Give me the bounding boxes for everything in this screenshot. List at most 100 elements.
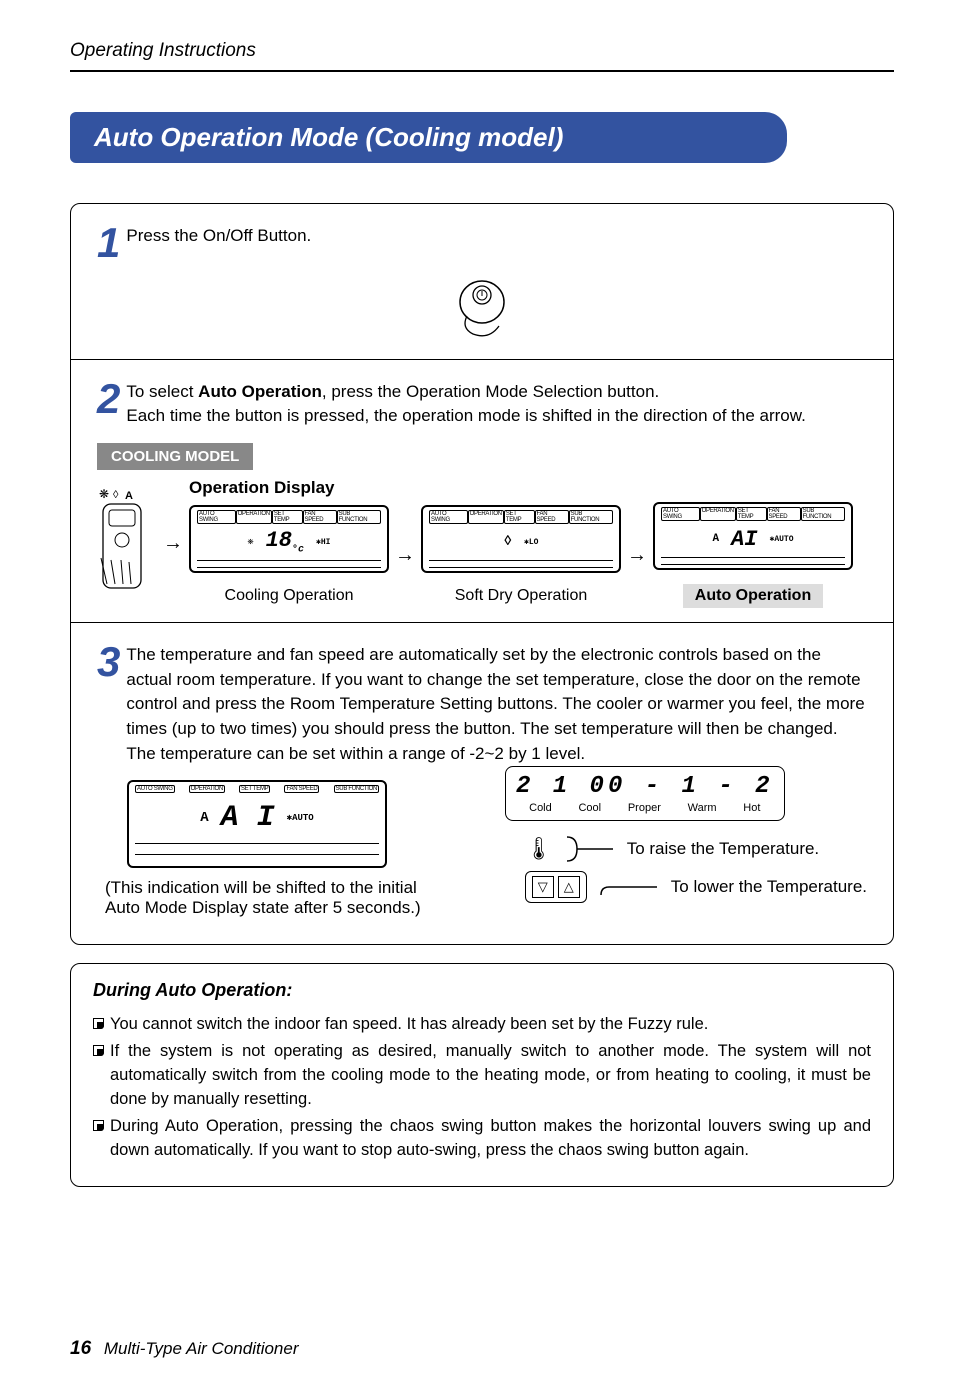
- disp3-fan: AUTO: [774, 535, 793, 544]
- remote-icon: ❋ ◊ A: [97, 488, 157, 598]
- disp3-icon: A: [712, 533, 719, 545]
- bullet-1-text: You cannot switch the indoor fan speed. …: [110, 1013, 708, 1037]
- temp-raise-label: To raise the Temperature.: [627, 839, 819, 859]
- svg-text:◊: ◊: [113, 489, 119, 501]
- step-3-text: The temperature and fan speed are automa…: [126, 643, 867, 766]
- scale-cool: Cool: [578, 802, 601, 814]
- disp1-fan: HI: [321, 538, 331, 547]
- bullet-2: If the system is not operating as desire…: [93, 1040, 871, 1112]
- bullet-icon: [93, 1120, 104, 1131]
- temp-down-button: ▽: [532, 876, 554, 898]
- tab-operation-2: OPERATION: [468, 510, 504, 524]
- temp-lower-label: To lower the Temperature.: [671, 877, 867, 897]
- svg-text:❋: ❋: [99, 488, 109, 501]
- step-2-line2: Each time the button is pressed, the ope…: [126, 406, 805, 425]
- tab-sub-function: SUB FUNCTION: [337, 510, 381, 524]
- step-1-num: 1: [97, 224, 120, 262]
- svg-text:A: A: [125, 490, 133, 502]
- operation-diagram: ❋ ◊ A → Operation Display AUTO SWING OPE…: [97, 478, 867, 608]
- tab-operation-4: OPERATION: [189, 785, 225, 793]
- display-auto: AUTO SWING OPERATION SET TEMP FAN SPEED …: [653, 502, 853, 570]
- step-2-line1b: , press the Operation Mode Selection but…: [322, 382, 659, 401]
- tab-operation-3: OPERATION: [700, 507, 736, 521]
- header-rule: [70, 70, 894, 72]
- caption-cooling: Cooling Operation: [225, 587, 354, 605]
- bracket-lower: [599, 877, 659, 897]
- step-3: 3 The temperature and fan speed are auto…: [97, 641, 867, 766]
- step-3-num: 3: [97, 643, 120, 766]
- temp-up-button: △: [558, 876, 580, 898]
- footer: 16 Multi-Type Air Conditioner: [70, 1338, 299, 1360]
- arrow-2: →: [395, 544, 415, 567]
- caption-auto: Auto Operation: [683, 584, 823, 608]
- scale-box: 2 1 00 - 1 - 2 Cold Cool Proper Warm Hot: [505, 766, 785, 821]
- tab-fan-speed-4: FAN SPEED: [284, 785, 319, 793]
- scale-cold: Cold: [529, 802, 552, 814]
- ai-fan: AUTO: [292, 813, 314, 823]
- cooling-column: AUTO SWING OPERATION SET TEMP FAN SPEED …: [189, 505, 389, 605]
- tab-set-temp: SET TEMP: [272, 510, 303, 524]
- step-2: 2 To select Auto Operation, press the Op…: [97, 378, 867, 429]
- note-paren: (This indication will be shifted to the …: [105, 878, 445, 918]
- arrow-3: →: [627, 544, 647, 567]
- temp-lower-row: ▽ △ To lower the Temperature.: [525, 871, 867, 903]
- during-auto-box: During Auto Operation: You cannot switch…: [70, 963, 894, 1187]
- step-3-body: The temperature and fan speed are automa…: [126, 645, 864, 738]
- header-section: Operating Instructions: [70, 40, 894, 62]
- bullet-icon: [93, 1018, 104, 1029]
- during-title: During Auto Operation:: [93, 980, 871, 1001]
- tab-sub-function-2: SUB FUNCTION: [569, 510, 613, 524]
- page-number: 16: [70, 1338, 91, 1359]
- step-3-body2: The temperature can be set within a rang…: [126, 744, 585, 763]
- bullet-3-text: During Auto Operation, pressing the chao…: [110, 1115, 871, 1163]
- step-2-bold: Auto Operation: [198, 382, 322, 401]
- page-title: Auto Operation Mode (Cooling model): [70, 112, 787, 163]
- bullet-3: During Auto Operation, pressing the chao…: [93, 1115, 871, 1163]
- display-ai: AUTO SWING OPERATION SET TEMP FAN SPEED …: [127, 780, 387, 868]
- cooling-model-badge: COOLING MODEL: [97, 443, 253, 470]
- tab-auto-swing-2: AUTO SWING: [429, 510, 468, 524]
- step-3-illustration: AUTO SWING OPERATION SET TEMP FAN SPEED …: [97, 766, 867, 918]
- separator-1: [71, 359, 893, 360]
- disp1-unit: °c: [292, 545, 304, 556]
- scale-hot: Hot: [743, 802, 760, 814]
- main-box: 1 Press the On/Off Button. 2 To select A…: [70, 203, 894, 945]
- tab-set-temp-2: SET TEMP: [504, 510, 535, 524]
- arrow-1: →: [163, 532, 183, 555]
- softdry-column: AUTO SWING OPERATION SET TEMP FAN SPEED …: [421, 505, 621, 605]
- bullet-1: You cannot switch the indoor fan speed. …: [93, 1013, 871, 1037]
- tab-auto-swing: AUTO SWING: [197, 510, 236, 524]
- ai-main: A I: [221, 801, 275, 835]
- tab-fan-speed-2: FAN SPEED: [535, 510, 569, 524]
- bullet-2-text: If the system is not operating as desire…: [110, 1040, 871, 1112]
- disp1-temp: 18: [266, 528, 292, 553]
- bullet-icon: [93, 1045, 104, 1056]
- bracket-raise: [565, 835, 615, 863]
- scale-proper: Proper: [628, 802, 661, 814]
- power-button-illustration: [97, 272, 867, 345]
- step-2-line1a: To select: [126, 382, 198, 401]
- tab-sub-function-4: SUB FUNCTION: [334, 785, 379, 793]
- tab-fan-speed-3: FAN SPEED: [767, 507, 801, 521]
- disp3-main: AI: [731, 527, 757, 552]
- step-1-text: Press the On/Off Button.: [126, 224, 311, 262]
- thermometer-icon: 🌡: [525, 836, 553, 862]
- scale-warm: Warm: [688, 802, 717, 814]
- step-2-num: 2: [97, 380, 120, 429]
- caption-softdry: Soft Dry Operation: [455, 587, 588, 605]
- tab-auto-swing-3: AUTO SWING: [661, 507, 700, 521]
- step-2-text: To select Auto Operation, press the Oper…: [126, 380, 805, 429]
- tab-sub-function-3: SUB FUNCTION: [801, 507, 845, 521]
- temp-raise-row: 🌡 To raise the Temperature.: [525, 835, 819, 863]
- tab-set-temp-4: SET TEMP: [239, 785, 270, 793]
- tab-auto-swing-4: AUTO SWING: [135, 785, 175, 793]
- scale-digits: 2 1 00 - 1 - 2: [516, 773, 774, 800]
- disp2-icon: ◊: [504, 534, 512, 550]
- tab-set-temp-3: SET TEMP: [736, 507, 767, 521]
- footer-title: Multi-Type Air Conditioner: [104, 1339, 299, 1358]
- disp2-fan: LO: [529, 538, 539, 547]
- scale-labels: Cold Cool Proper Warm Hot: [516, 802, 774, 814]
- display-softdry: AUTO SWING OPERATION SET TEMP FAN SPEED …: [421, 505, 621, 573]
- temp-adjust-buttons: ▽ △: [525, 871, 587, 903]
- tab-operation: OPERATION: [236, 510, 272, 524]
